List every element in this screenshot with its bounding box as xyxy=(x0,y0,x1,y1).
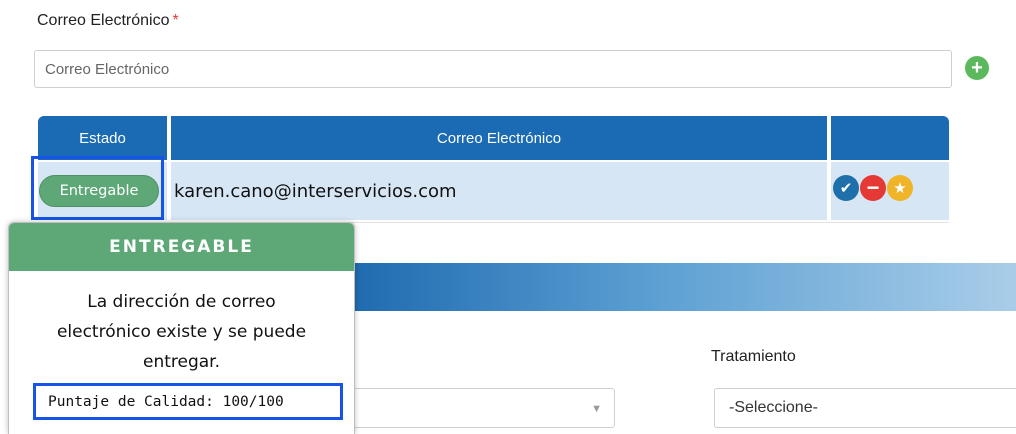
table-cell-email: karen.cano@interservicios.com xyxy=(171,162,827,220)
email-value: karen.cano@interservicios.com xyxy=(174,180,457,202)
plus-icon: + xyxy=(971,57,983,79)
quality-score-text: Puntaje de Calidad: 100/100 xyxy=(48,393,284,410)
required-marker: * xyxy=(172,12,179,29)
star-icon: ★ xyxy=(893,180,907,197)
column-header-actions xyxy=(831,116,949,160)
popover-title: ENTREGABLE xyxy=(9,223,354,271)
email-input[interactable] xyxy=(34,50,952,88)
column-header-correo: Correo Electrónico xyxy=(171,116,827,160)
popover-line: La dirección de correo xyxy=(87,292,276,312)
column-header-estado: Estado xyxy=(38,116,167,160)
tratamiento-label: Tratamiento xyxy=(711,348,796,365)
left-select[interactable]: ▼ xyxy=(340,388,615,428)
popover-title-text: ENTREGABLE xyxy=(109,237,254,257)
email-label-text: Correo Electrónico xyxy=(37,12,170,29)
chevron-down-icon: ▼ xyxy=(591,403,602,415)
tratamiento-select[interactable]: -Seleccione- xyxy=(714,388,1016,428)
column-header-estado-label: Estado xyxy=(79,129,126,147)
remove-button[interactable]: − xyxy=(860,175,886,201)
quality-score: Puntaje de Calidad: 100/100 xyxy=(33,383,343,420)
minus-icon: − xyxy=(866,175,880,200)
column-header-correo-label: Correo Electrónico xyxy=(436,129,562,147)
status-popover: ENTREGABLE La dirección de correo electr… xyxy=(8,222,355,434)
tratamiento-value: -Seleccione- xyxy=(729,399,818,416)
popover-line: entregar. xyxy=(142,352,220,372)
verify-button[interactable]: ✔ xyxy=(833,175,859,201)
favorite-button[interactable]: ★ xyxy=(887,175,913,201)
add-email-button[interactable]: + xyxy=(965,56,989,80)
status-highlight-box xyxy=(31,156,164,220)
popover-line: electrónico existe y se puede xyxy=(56,322,307,342)
popover-description: La dirección de correo electrónico exist… xyxy=(9,287,354,377)
email-label: Correo Electrónico * xyxy=(37,12,179,30)
check-icon: ✔ xyxy=(839,180,853,197)
section-header-bar xyxy=(350,263,1016,311)
